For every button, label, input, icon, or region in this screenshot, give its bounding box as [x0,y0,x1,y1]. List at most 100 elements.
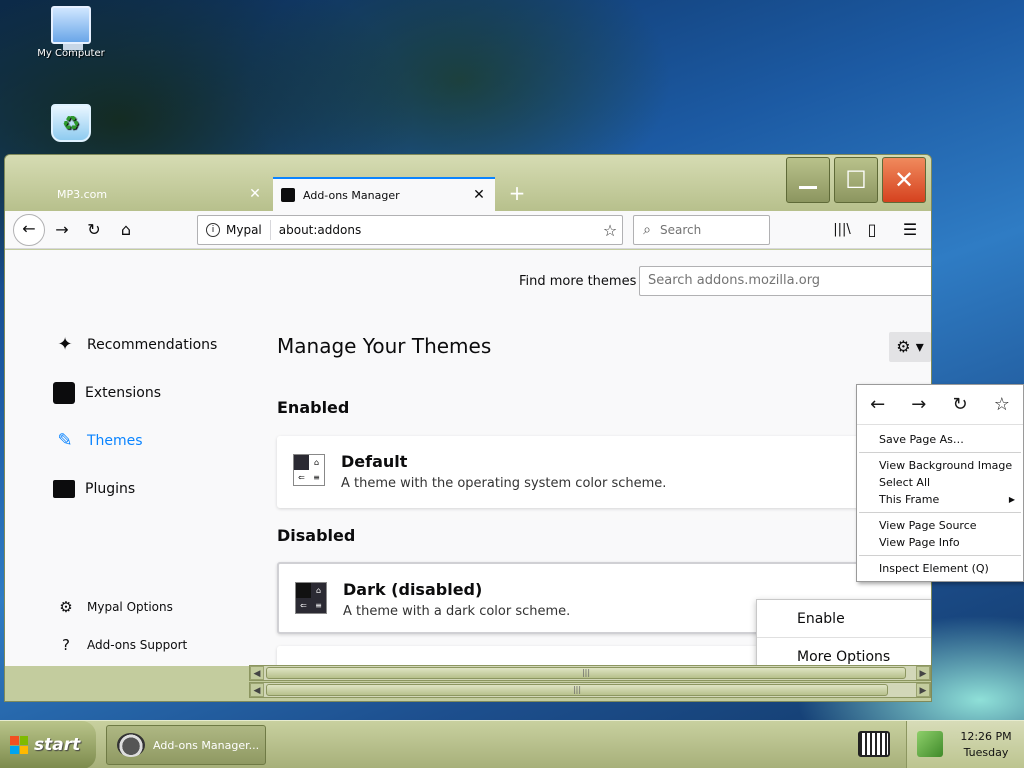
enable-menu-item[interactable]: Enable [757,600,931,638]
menu-separator [859,555,1021,556]
back-button[interactable]: ← [13,214,45,246]
search-input[interactable]: ⌕ Search [633,215,770,245]
sidebar-toggle-button[interactable]: ▯ [859,217,885,243]
system-tray: 12:26 PM Tuesday [906,721,1024,768]
brush-icon: ✎ [57,430,73,451]
theme-preview-icon: ⌂ ⇐ ≡ [293,454,325,486]
scrollbar-thumb[interactable]: ||| [266,684,888,696]
search-icon: ⌕ [643,222,651,238]
puzzle-icon [53,382,75,404]
recycle-bin-desktop-icon[interactable]: ♻ [36,104,106,146]
this-frame-item[interactable]: This Frame ▶ [857,491,1023,508]
new-tab-button[interactable]: + [505,181,529,205]
tab-mp3[interactable]: MP3.com ✕ [49,177,271,211]
start-label: start [34,735,81,755]
context-nav-row: ← → ↻ ☆ [857,385,1023,425]
theme-name: Dark (disabled) [343,580,483,599]
home-button[interactable]: ⌂ [113,217,139,243]
url-text[interactable]: about:addons [271,223,598,237]
windows-flag-icon [10,736,28,754]
this-frame-label: This Frame [879,493,940,506]
context-forward-icon[interactable]: → [911,394,926,415]
plugin-icon [53,480,75,498]
maximize-button[interactable]: ☐ [834,157,878,203]
tab-label: MP3.com [57,187,108,201]
context-back-icon[interactable]: ← [870,394,885,415]
scroll-left-icon[interactable]: ◀ [250,683,264,697]
submenu-arrow-icon: ▶ [1008,495,1015,504]
recycle-bin-icon: ♻ [51,104,91,142]
select-all-item[interactable]: Select All [857,474,1023,491]
help-icon: ? [62,636,70,654]
section-heading-disabled: Disabled [277,526,356,545]
taskbar-item-addons-manager[interactable]: Add-ons Manager... [106,725,266,765]
theme-card-default[interactable]: ⌂ ⇐ ≡ Default A theme with the operating s… [277,436,931,508]
category-label: Extensions [85,385,162,401]
minimize-button[interactable] [786,157,830,203]
inspect-element-item[interactable]: Inspect Element (Q) [857,560,1023,577]
context-reload-icon[interactable]: ↻ [953,394,968,415]
library-button[interactable]: |||\ [829,217,855,243]
start-button[interactable]: start [0,721,96,768]
more-options-menu-item[interactable]: More Options [757,638,931,666]
scroll-right-icon[interactable]: ▶ [916,666,930,680]
reload-button[interactable]: ↻ [81,217,107,243]
page-title: Manage Your Themes [277,334,492,358]
gear-icon: ⚙ [59,598,73,616]
task-label: Add-ons Manager... [153,738,260,752]
keyboard-icon[interactable] [858,731,890,757]
clock[interactable]: 12:26 PM Tuesday [951,729,1021,761]
identity-label: Mypal [226,223,262,237]
forward-button[interactable]: → [49,217,75,243]
addons-content: Find more themes Search addons.mozilla.o… [5,250,931,666]
minimize-icon [799,186,817,189]
horizontal-scrollbar-2[interactable]: ◀ ||| ▶ [249,682,931,698]
theme-description: A theme with a dark color scheme. [343,604,571,619]
view-background-image-item[interactable]: View Background Image [857,457,1023,474]
link-label: Add-ons Support [87,638,188,652]
view-page-source-item[interactable]: View Page Source [857,517,1023,534]
theme-options-menu: Enable More Options [756,599,931,666]
context-bookmark-icon[interactable]: ☆ [994,394,1010,415]
sidebar-item-themes[interactable]: ✎ Themes [53,426,143,456]
context-menu: ← → ↻ ☆ Save Page As… View Background Im… [856,384,1024,582]
network-icon[interactable] [917,731,943,757]
my-computer-desktop-icon[interactable]: My Computer [36,6,106,59]
view-page-info-item[interactable]: View Page Info [857,534,1023,551]
mypal-options-link[interactable]: ⚙ Mypal Options [57,598,173,616]
tools-gear-button[interactable]: ⚙ ▾ [889,332,931,362]
close-tab-icon[interactable]: ✕ [471,187,487,203]
search-placeholder: Search [660,223,702,237]
computer-icon [51,6,91,50]
info-icon: i [206,223,220,237]
mypal-app-icon [117,733,145,757]
addons-support-link[interactable]: ? Add-ons Support [57,636,187,654]
category-label: Themes [87,433,143,449]
menu-separator [859,452,1021,453]
category-label: Recommendations [87,337,218,353]
url-bar[interactable]: i Mypal about:addons ☆ [197,215,623,245]
horizontal-scrollbar-1[interactable]: ◀ ||| ▶ [249,665,931,681]
tab-addons-manager[interactable]: Add-ons Manager ✕ [273,177,495,211]
theme-preview-icon: ⌂ ⇐ ≡ [295,582,327,614]
theme-name: Default [341,452,408,471]
tab-label: Add-ons Manager [303,188,400,202]
sidebar-item-recommendations[interactable]: ✦ Recommendations [53,330,217,360]
link-label: Mypal Options [87,600,173,614]
title-bar: MP3.com ✕ Add-ons Manager ✕ + ☐ ✕ [5,155,931,211]
taskbar: start Add-ons Manager... 12:26 PM Tuesda… [0,720,1024,768]
menu-button[interactable]: ☰ [897,217,923,243]
bookmark-star-icon[interactable]: ☆ [598,221,622,240]
sidebar-item-extensions[interactable]: Extensions [53,378,161,408]
scroll-right-icon[interactable]: ▶ [916,683,930,697]
scrollbar-thumb[interactable]: ||| [266,667,906,679]
theme-description: A theme with the operating system color … [341,476,667,491]
save-page-as-item[interactable]: Save Page As… [857,431,1023,448]
clock-time: 12:26 PM [960,730,1012,743]
scroll-left-icon[interactable]: ◀ [250,666,264,680]
sidebar-item-plugins[interactable]: Plugins [53,474,135,504]
amo-search-input[interactable]: Search addons.mozilla.org [639,266,931,296]
site-identity[interactable]: i Mypal [198,220,271,240]
close-window-button[interactable]: ✕ [882,157,926,203]
close-tab-icon[interactable]: ✕ [247,186,263,202]
